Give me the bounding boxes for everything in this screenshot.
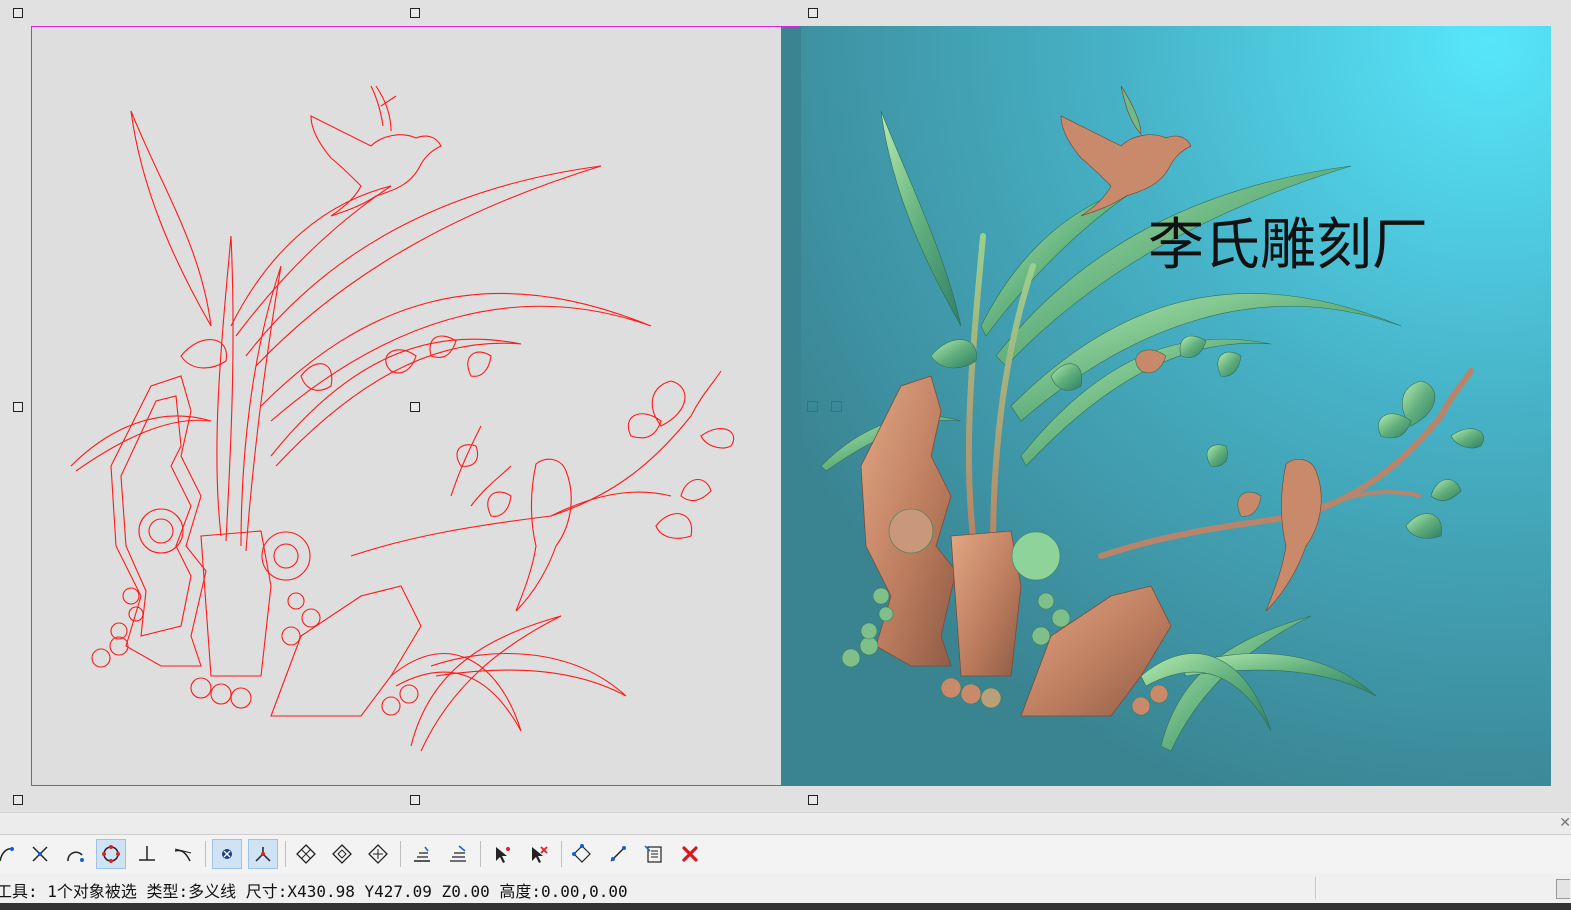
status-text: 工具: 1个对象被选 类型:多义线 尺寸:X430.98 Y427.09 Z0.… [0, 882, 628, 901]
status-resize-grip[interactable] [1556, 879, 1570, 899]
selection-handle-center[interactable] [410, 402, 420, 412]
snap-toolbar [0, 834, 1571, 874]
arc-icon[interactable] [60, 839, 90, 869]
intersect-icon[interactable] [25, 839, 55, 869]
select-arrow-icon[interactable] [487, 839, 517, 869]
relief-preview-panel[interactable] [781, 26, 1551, 786]
status-bar: 工具: 1个对象被选 类型:多义线 尺寸:X430.98 Y427.09 Z0.… [0, 873, 1571, 903]
diamond-check-icon[interactable] [327, 839, 357, 869]
delete-icon[interactable] [675, 839, 705, 869]
diamond-cross-icon[interactable] [363, 839, 393, 869]
close-panel-icon[interactable]: ✕ [1559, 815, 1571, 831]
toolbar-separator [285, 841, 286, 867]
selection-handle-bottom-middle[interactable] [410, 795, 420, 805]
selection-handle-top-middle[interactable] [410, 8, 420, 18]
canvas-right-margin [1552, 0, 1571, 812]
status-separator [1315, 877, 1316, 899]
selection-handle-top-right[interactable] [808, 8, 818, 18]
relief-artwork [781, 26, 1551, 786]
toolbar-separator [480, 841, 481, 867]
vector-chrysanthemum [138, 508, 311, 581]
selection-handle-top-left[interactable] [13, 8, 23, 18]
center-snap-icon[interactable] [212, 839, 242, 869]
vector-drawing-panel[interactable] [31, 26, 781, 787]
align-bottom-icon[interactable] [407, 839, 437, 869]
vector-branch [180, 335, 735, 557]
selection-handle-bottom-right[interactable] [808, 795, 818, 805]
deselect-arrow-icon[interactable] [523, 839, 553, 869]
transform-icon[interactable] [567, 839, 597, 869]
perpendicular-icon[interactable] [132, 839, 162, 869]
list-edit-icon[interactable] [639, 839, 669, 869]
align-layers-icon[interactable] [443, 839, 473, 869]
vector-artwork [70, 85, 735, 752]
selection-handle-middle-left[interactable] [13, 402, 23, 412]
node-snap-icon[interactable] [248, 839, 278, 869]
toolbar-separator [561, 841, 562, 867]
selection-handle-bottom-left[interactable] [13, 795, 23, 805]
tangent-icon[interactable] [168, 839, 198, 869]
diamond-grid-icon[interactable] [291, 839, 321, 869]
vector-berries [91, 587, 419, 716]
vector-grass [70, 110, 652, 752]
window-bottom-edge [0, 903, 1571, 910]
circle-snap-icon[interactable] [96, 839, 126, 869]
toolbar-separator [205, 841, 206, 867]
watermark-text: 李氏雕刻厂 [1148, 213, 1428, 278]
selection-handle-middle-right-secondary[interactable] [831, 401, 842, 412]
selection-handle-middle-right[interactable] [807, 401, 818, 412]
edit-node-icon[interactable] [603, 839, 633, 869]
curve-start-icon[interactable] [0, 839, 22, 869]
toolbar-separator [400, 841, 401, 867]
drawing-canvas[interactable]: 李氏雕刻厂 [0, 0, 1571, 812]
panel-divider: ✕ [0, 812, 1571, 835]
vector-bird-branch [515, 458, 572, 612]
